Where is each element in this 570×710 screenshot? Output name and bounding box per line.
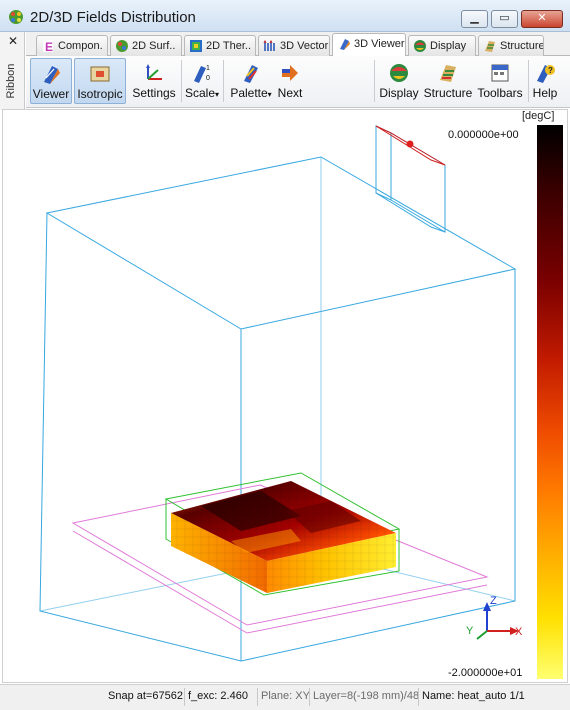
toolbars-button[interactable]: Toolbars xyxy=(476,58,524,104)
title-bar: 2D/3D Fields Distribution ▁ ▭ ✕ xyxy=(0,0,570,32)
port-marker xyxy=(406,140,414,148)
axis-z-label: Z xyxy=(490,595,497,607)
status-separator xyxy=(309,688,310,706)
thermal-2d-icon xyxy=(190,40,202,52)
window-title: 2D/3D Fields Distribution xyxy=(30,9,196,26)
3d-scene[interactable] xyxy=(3,110,569,684)
status-separator xyxy=(418,688,419,706)
svg-text:1: 1 xyxy=(206,65,210,72)
status-snap: Snap at=67562 xyxy=(108,690,183,702)
legend-max-value: 0.000000e+00 xyxy=(448,129,519,141)
viewer-3d-canvas[interactable]: Z Y X xyxy=(2,109,568,683)
toolbar-separator xyxy=(528,60,529,102)
palette-button[interactable]: Palette xyxy=(226,58,276,104)
isotropic-button[interactable]: Isotropic xyxy=(74,58,126,104)
svg-text:0: 0 xyxy=(206,75,210,82)
display-button[interactable]: Display xyxy=(378,58,420,104)
help-button[interactable]: ? Help xyxy=(530,58,560,104)
color-scale-bar[interactable] xyxy=(537,125,563,679)
status-fexc: f_exc: 2.460 xyxy=(188,690,248,702)
tab-3d-viewer[interactable]: 3D Viewer xyxy=(332,33,406,57)
axis-y-label: Y xyxy=(466,625,474,637)
structure-icon xyxy=(485,41,495,52)
viewer-button[interactable]: Viewer xyxy=(30,58,72,104)
tab-2d-thermal[interactable]: 2D Ther.. xyxy=(184,35,256,56)
surface-2d-icon xyxy=(116,40,128,52)
svg-text:?: ? xyxy=(548,66,553,75)
tab-bar: E Compon. 2D Surf.. 2D Ther.. 3D Vector … xyxy=(26,32,570,57)
tab-structure[interactable]: Structure xyxy=(478,35,544,56)
ribbon-strip: ✕ Ribbon xyxy=(0,32,25,110)
app-icon xyxy=(9,10,23,24)
settings-button[interactable]: Settings xyxy=(130,58,178,104)
maximize-button[interactable]: ▭ xyxy=(491,10,518,28)
isotropic-icon xyxy=(90,66,110,82)
status-plane: Plane: XY xyxy=(261,690,310,702)
viewer-3d-icon xyxy=(340,39,350,50)
close-button[interactable]: ✕ xyxy=(521,10,563,28)
ribbon-close-icon[interactable]: ✕ xyxy=(8,34,18,48)
status-separator xyxy=(184,688,185,706)
status-name: Name: heat_auto 1/1 xyxy=(422,690,525,702)
status-layer: Layer=8(-198 mm)/48 xyxy=(313,690,420,702)
legend-unit: [degC] xyxy=(522,110,555,122)
tab-components[interactable]: E Compon. xyxy=(36,35,108,56)
help-icon: ? xyxy=(537,65,555,83)
axes-settings-icon xyxy=(146,64,162,80)
svg-text:E: E xyxy=(45,40,53,53)
toolbar-separator xyxy=(374,60,375,102)
next-button[interactable]: Next xyxy=(276,58,304,104)
axis-x-label: X xyxy=(515,626,523,638)
scale-icon: 10 xyxy=(194,65,210,83)
scale-button[interactable]: 10 Scale xyxy=(184,58,220,104)
toolbars-icon xyxy=(491,64,509,82)
structure-button[interactable]: Structure xyxy=(422,58,474,104)
display-icon xyxy=(414,40,426,52)
vector-3d-icon xyxy=(263,39,275,51)
status-separator xyxy=(257,688,258,706)
components-icon: E xyxy=(43,40,53,53)
toolbar-separator xyxy=(223,60,224,102)
tab-3d-vector[interactable]: 3D Vector xyxy=(258,35,330,56)
next-arrow-icon xyxy=(282,65,298,81)
palette-icon xyxy=(244,65,258,83)
minimize-button[interactable]: ▁ xyxy=(461,10,488,28)
tab-display[interactable]: Display xyxy=(408,35,476,56)
ribbon-label[interactable]: Ribbon xyxy=(5,56,17,106)
toolbar-separator xyxy=(181,60,182,102)
viewer-icon xyxy=(44,66,60,84)
app-window: 2D/3D Fields Distribution ▁ ▭ ✕ ✕ Ribbon… xyxy=(0,0,570,710)
thermal-field-block xyxy=(171,481,396,593)
display-icon xyxy=(390,64,408,82)
toolbar: Viewer Isotropic Settings 10 Scale Palet… xyxy=(26,56,570,108)
structure-icon xyxy=(440,65,456,82)
legend-min-value: -2.000000e+01 xyxy=(448,667,523,679)
tab-2d-surface[interactable]: 2D Surf.. xyxy=(110,35,182,56)
status-bar: Snap at=67562 f_exc: 2.460 Plane: XY Lay… xyxy=(0,684,570,710)
